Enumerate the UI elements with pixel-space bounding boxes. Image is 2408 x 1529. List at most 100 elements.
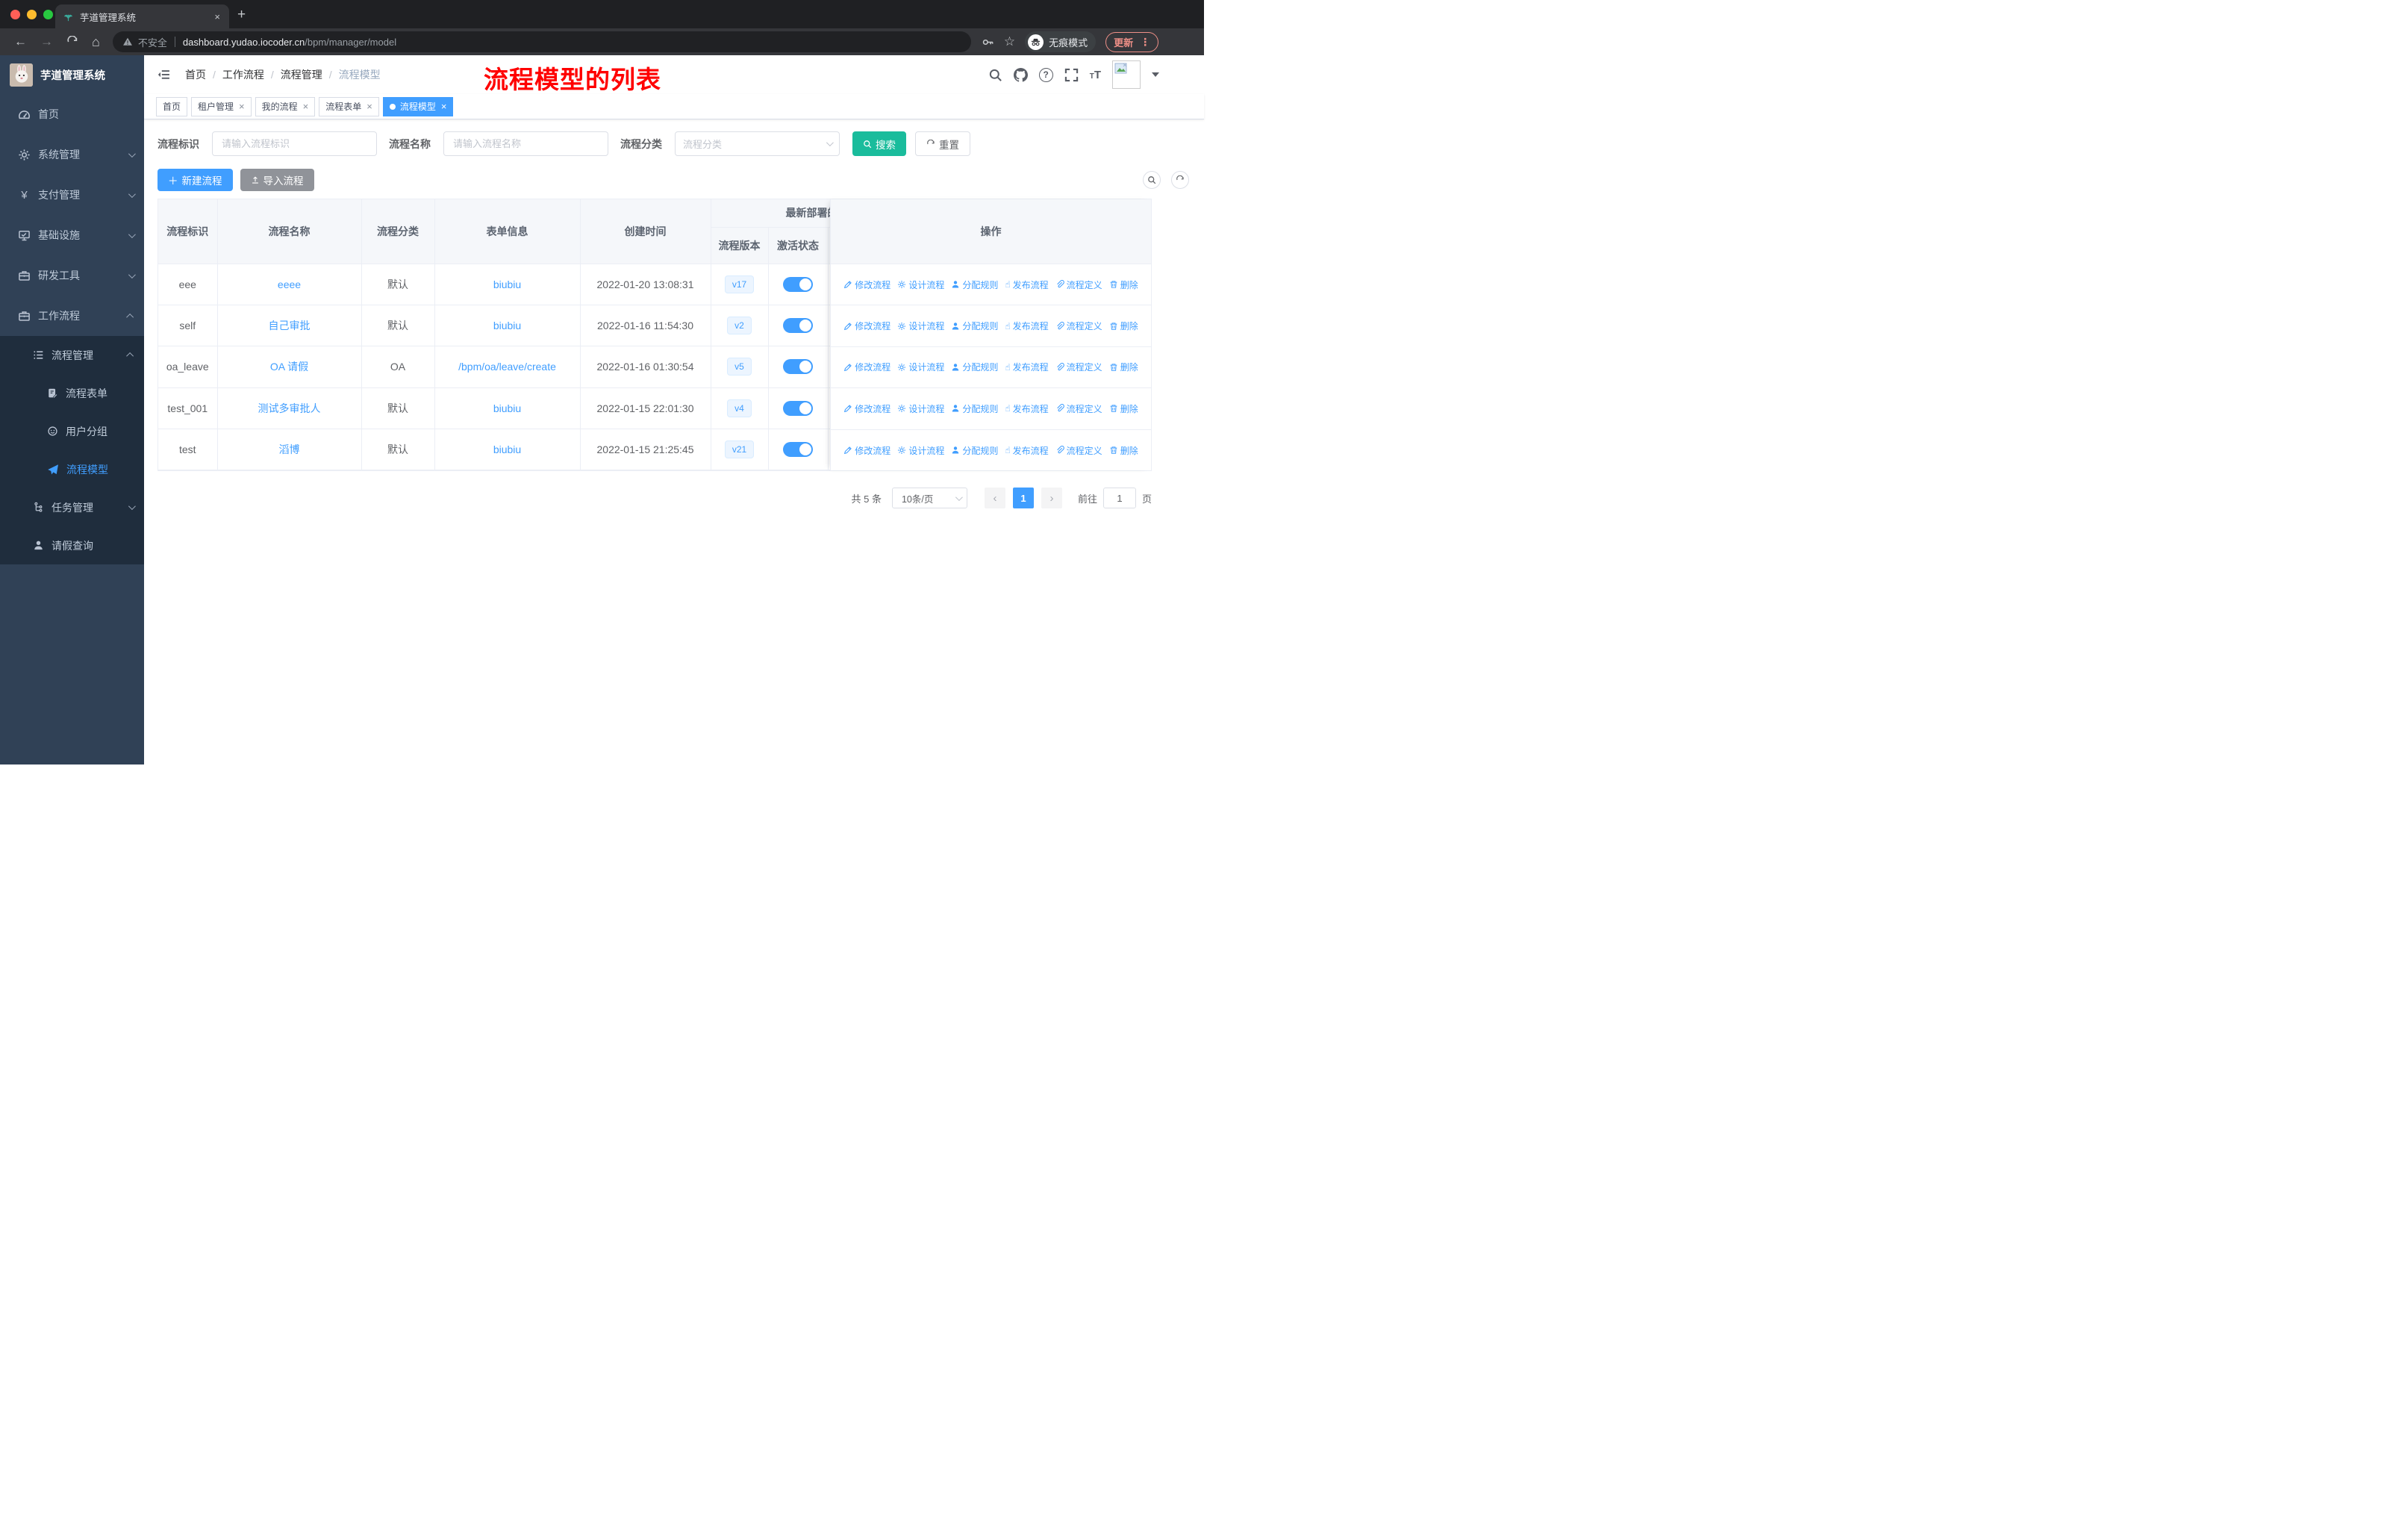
help-icon[interactable]: ? bbox=[1038, 67, 1053, 82]
delete-link[interactable]: 删除 bbox=[1109, 402, 1138, 415]
process-definition-link[interactable]: 流程定义 bbox=[1055, 320, 1102, 332]
update-browser-button[interactable]: 更新 ⋮ bbox=[1105, 31, 1159, 52]
cell-form-link[interactable]: biubiu bbox=[434, 264, 581, 305]
bookmark-star-icon[interactable]: ☆ bbox=[1004, 34, 1015, 49]
sidebar-item-infrastructure[interactable]: 基础设施 bbox=[0, 215, 144, 255]
assign-rule-link[interactable]: 分配规则 bbox=[951, 444, 998, 457]
active-toggle[interactable] bbox=[783, 318, 813, 334]
breadcrumb-process-management[interactable]: 流程管理 bbox=[281, 67, 322, 82]
cell-process-name-link[interactable]: 滔博 bbox=[217, 429, 362, 471]
sidebar-item-process-model[interactable]: 流程模型 bbox=[0, 450, 144, 488]
sidebar-item-home[interactable]: 首页 bbox=[0, 94, 144, 134]
version-badge[interactable]: v2 bbox=[727, 317, 752, 335]
sidebar-item-payment[interactable]: ¥ 支付管理 bbox=[0, 175, 144, 215]
version-badge[interactable]: v4 bbox=[727, 399, 752, 417]
font-size-icon[interactable]: TT bbox=[1090, 69, 1101, 81]
cell-form-link[interactable]: biubiu bbox=[434, 305, 581, 347]
github-icon[interactable] bbox=[1014, 68, 1028, 82]
tag-tenant-management[interactable]: 租户管理 × bbox=[191, 96, 252, 116]
breadcrumb-workflow[interactable]: 工作流程 bbox=[222, 67, 264, 82]
tag-home[interactable]: 首页 bbox=[156, 96, 188, 116]
minimize-window-button[interactable] bbox=[27, 10, 37, 19]
version-badge[interactable]: v17 bbox=[724, 275, 755, 293]
tag-process-model-active[interactable]: 流程模型 × bbox=[382, 96, 454, 116]
active-toggle[interactable] bbox=[783, 400, 813, 416]
tag-my-process[interactable]: 我的流程 × bbox=[255, 96, 316, 116]
hamburger-collapse-icon[interactable] bbox=[156, 68, 172, 81]
design-process-link[interactable]: 设计流程 bbox=[897, 402, 944, 415]
edit-process-link[interactable]: 修改流程 bbox=[843, 444, 890, 457]
refresh-table-button[interactable] bbox=[1171, 171, 1189, 189]
prev-page-button[interactable]: ‹ bbox=[984, 488, 1005, 509]
edit-process-link[interactable]: 修改流程 bbox=[843, 320, 890, 332]
cell-process-name-link[interactable]: 自己审批 bbox=[217, 305, 362, 347]
delete-link[interactable]: 删除 bbox=[1109, 278, 1138, 291]
goto-page-input[interactable] bbox=[1102, 488, 1136, 509]
sidebar-item-process-form[interactable]: 流程表单 bbox=[0, 374, 144, 412]
active-toggle[interactable] bbox=[783, 276, 813, 292]
cell-form-link[interactable]: biubiu bbox=[434, 387, 581, 430]
create-process-button[interactable]: ＋ 新建流程 bbox=[157, 169, 233, 191]
tag-close-icon[interactable]: × bbox=[366, 101, 372, 112]
process-key-input[interactable] bbox=[212, 131, 377, 156]
version-badge[interactable]: v5 bbox=[727, 358, 752, 376]
tag-process-form[interactable]: 流程表单 × bbox=[319, 96, 379, 116]
sidebar-item-system[interactable]: 系统管理 bbox=[0, 134, 144, 175]
caret-down-icon[interactable] bbox=[1152, 72, 1159, 77]
process-definition-link[interactable]: 流程定义 bbox=[1055, 361, 1102, 373]
design-process-link[interactable]: 设计流程 bbox=[897, 320, 944, 332]
assign-rule-link[interactable]: 分配规则 bbox=[951, 278, 998, 291]
browser-tab[interactable]: 芋道管理系统 × bbox=[55, 4, 229, 28]
delete-link[interactable]: 删除 bbox=[1109, 361, 1138, 373]
delete-link[interactable]: 删除 bbox=[1109, 444, 1138, 457]
publish-process-link[interactable]: ☝ 发布流程 bbox=[1005, 278, 1048, 291]
sidebar-item-process-management[interactable]: 流程管理 bbox=[0, 336, 144, 374]
delete-link[interactable]: 删除 bbox=[1109, 320, 1138, 332]
search-icon[interactable] bbox=[988, 68, 1002, 82]
publish-process-link[interactable]: ☝ 发布流程 bbox=[1005, 361, 1048, 373]
cell-process-name-link[interactable]: 测试多审批人 bbox=[217, 387, 362, 430]
hide-search-button[interactable] bbox=[1143, 171, 1161, 189]
assign-rule-link[interactable]: 分配规则 bbox=[951, 320, 998, 332]
sidebar-item-dev-tools[interactable]: 研发工具 bbox=[0, 255, 144, 296]
process-category-select[interactable]: 流程分类 bbox=[675, 131, 840, 156]
home-button[interactable]: ⌂ bbox=[92, 34, 100, 50]
window-controls[interactable] bbox=[10, 10, 53, 19]
password-key-icon[interactable] bbox=[982, 36, 994, 49]
edit-process-link[interactable]: 修改流程 bbox=[843, 361, 890, 373]
sidebar-item-workflow[interactable]: 工作流程 bbox=[0, 296, 144, 336]
active-toggle[interactable] bbox=[783, 442, 813, 458]
edit-process-link[interactable]: 修改流程 bbox=[843, 402, 890, 415]
cell-form-link[interactable]: /bpm/oa/leave/create bbox=[434, 346, 581, 388]
back-button[interactable]: ← bbox=[14, 34, 27, 49]
import-process-button[interactable]: 导入流程 bbox=[240, 169, 314, 191]
avatar[interactable] bbox=[1112, 60, 1141, 89]
publish-process-link[interactable]: ☝ 发布流程 bbox=[1005, 402, 1048, 415]
cell-form-link[interactable]: biubiu bbox=[434, 429, 581, 471]
sidebar-item-task-management[interactable]: 任务管理 bbox=[0, 488, 144, 526]
design-process-link[interactable]: 设计流程 bbox=[897, 444, 944, 457]
tag-close-icon[interactable]: × bbox=[239, 101, 245, 112]
page-size-select[interactable]: 10条/页 bbox=[891, 488, 967, 509]
process-definition-link[interactable]: 流程定义 bbox=[1055, 444, 1102, 457]
edit-process-link[interactable]: 修改流程 bbox=[843, 278, 890, 291]
assign-rule-link[interactable]: 分配规则 bbox=[951, 402, 998, 415]
security-label[interactable]: 不安全 bbox=[138, 35, 167, 49]
assign-rule-link[interactable]: 分配规则 bbox=[951, 361, 998, 373]
reset-button[interactable]: 重置 bbox=[915, 131, 970, 156]
cell-process-name-link[interactable]: OA 请假 bbox=[217, 346, 362, 388]
browser-menu-icon[interactable]: ⋮ bbox=[1140, 36, 1150, 49]
breadcrumb-home[interactable]: 首页 bbox=[185, 67, 206, 82]
process-definition-link[interactable]: 流程定义 bbox=[1055, 402, 1102, 415]
tab-close-icon[interactable]: × bbox=[213, 11, 222, 22]
forward-button[interactable]: → bbox=[40, 34, 53, 49]
sidebar-item-leave-query[interactable]: 请假查询 bbox=[0, 526, 144, 564]
process-definition-link[interactable]: 流程定义 bbox=[1055, 278, 1102, 291]
tag-close-icon[interactable]: × bbox=[303, 101, 309, 112]
search-button[interactable]: 搜索 bbox=[852, 131, 906, 156]
publish-process-link[interactable]: ☝ 发布流程 bbox=[1005, 320, 1048, 332]
new-tab-button[interactable]: + bbox=[237, 7, 246, 23]
close-window-button[interactable] bbox=[10, 10, 20, 19]
design-process-link[interactable]: 设计流程 bbox=[897, 278, 944, 291]
active-toggle[interactable] bbox=[783, 359, 813, 375]
